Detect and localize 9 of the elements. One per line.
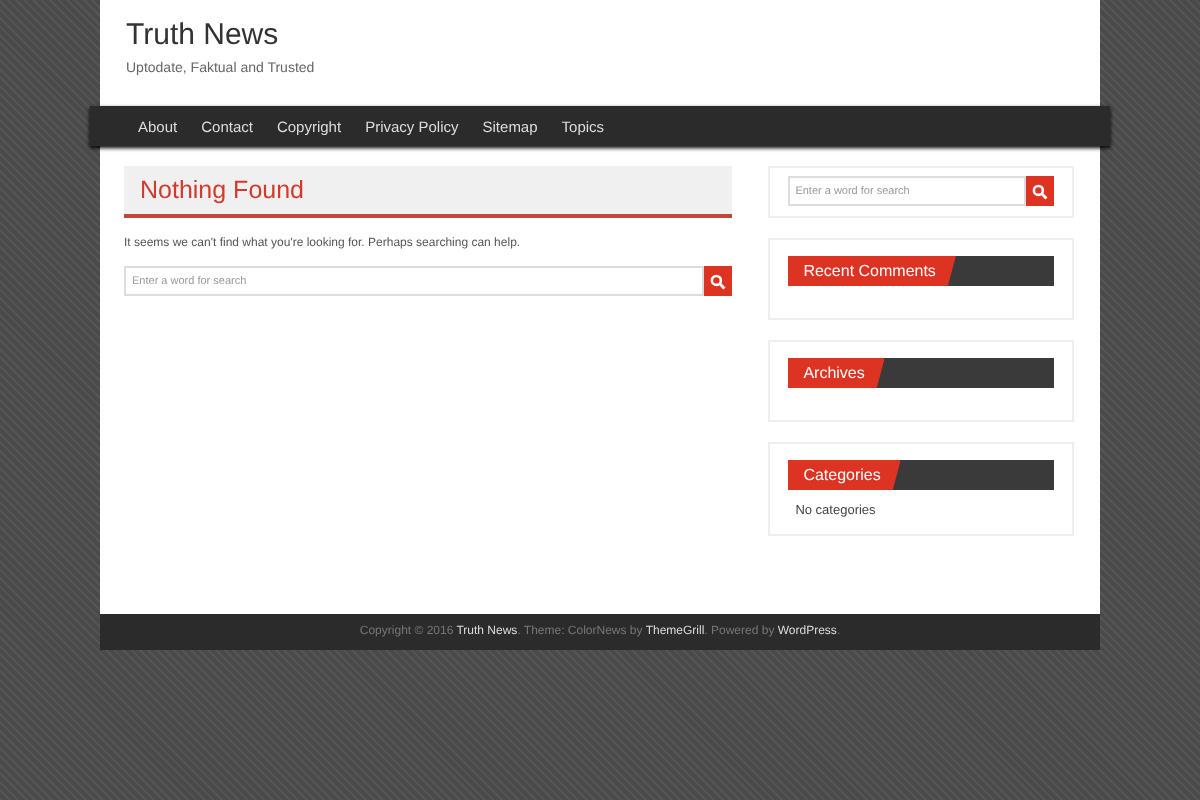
search-icon	[709, 273, 726, 289]
search-button[interactable]	[1026, 176, 1054, 206]
search-button[interactable]	[703, 266, 732, 296]
page-heading: Nothing Found	[124, 166, 732, 218]
widget-title: Recent Comments	[787, 256, 956, 286]
search-icon	[1032, 183, 1048, 199]
widget-title: Archives	[787, 358, 885, 388]
site-title[interactable]: Truth News	[126, 18, 1074, 52]
widget-title: Categories	[787, 460, 901, 490]
